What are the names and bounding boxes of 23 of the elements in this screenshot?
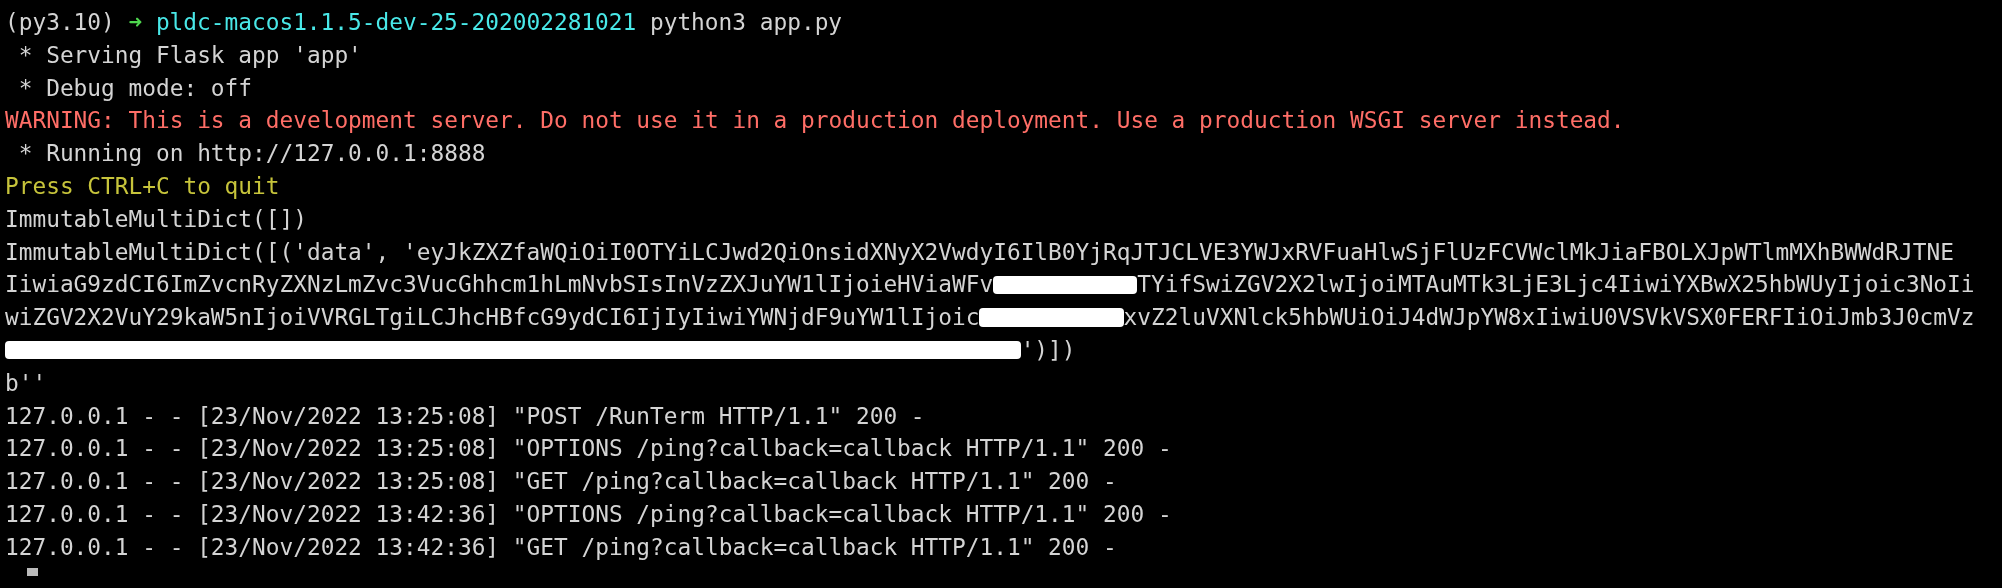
- terminal-cursor: [27, 567, 38, 576]
- output-text: ')]): [1020, 335, 1076, 365]
- output-text: 127.0.0.1 - - [23/Nov/2022 13:25:08] "POST /RunTerm HTTP/1.1" 200 -: [5, 401, 925, 431]
- output-text: Press CTRL+C to quit: [5, 172, 280, 201]
- command-text: python3 app.py: [649, 8, 843, 37]
- output-text: b'': [5, 368, 47, 398]
- output-text: 127.0.0.1 - - [23/Nov/2022 13:25:08] "OPTIONS /ping?callback=callback HTTP/1.1" 200 -: [5, 434, 1172, 464]
- output-text: * Debug mode: off: [17, 73, 253, 103]
- output-text: TYifSwiZGV2X2lwIjoiMTAuMTk3LjE3Ljc4IiwiYXBwX25hbWUyIjoic3NoIi: [1137, 270, 1975, 300]
- prompt-env: (py3.10): [5, 8, 115, 37]
- output-text: ImmutableMultiDict([('data', 'eyJkZXZfaWQiOiI0OTYiLCJwd2QiOnsidXNyX2VwdyI6IlB0YjRqJTJCLVE3YWJxRVFuaHlwSjFlUzFCVWclMkJiaFBOLXJpWTlmMXhBWWdRJTNE: [5, 237, 1954, 267]
- output-text: 127.0.0.1 - - [23/Nov/2022 13:42:36] "OPTIONS /ping?callback=callback HTTP/1.1" 200 -: [5, 499, 1172, 529]
- prompt-directory: pldc-macos1.1.5-dev-25-202002281021: [155, 8, 637, 37]
- output-text: xvZ2luVXNlck5hbWUiOiJ4dWJpYW8xIiwiU0VSVkVSX0FERFIiOiJmb3J0cmVz: [1123, 303, 1975, 333]
- output-text: ImmutableMultiDict([]): [5, 204, 307, 234]
- output-text: * Serving Flask app 'app': [17, 40, 362, 70]
- output-text: 127.0.0.1 - - [23/Nov/2022 13:42:36] "GET /ping?callback=callback HTTP/1.1" 200 -: [5, 532, 1117, 562]
- warning-text: WARNING: This is a development server. Do not use it in a production deployment. Use a production WSGI server instead.: [5, 106, 1625, 136]
- output-text: IiwiaG9zdCI6ImZvcnRyZXNzLmZvc3VucGhhcm1hLmNvbSIsInVzZXJuYW1lIjoieHViaWFv: [5, 270, 994, 300]
- prompt-arrow: ➜: [128, 8, 143, 37]
- output-text: 127.0.0.1 - - [23/Nov/2022 13:25:08] "GET /ping?callback=callback HTTP/1.1" 200 -: [5, 467, 1117, 497]
- output-text: wiZGV2X2VuY29kaW5nIjoiVVRGLTgiLCJhcHBfcG9ydCI6IjIyIiwiYWNjdF9uYW1lIjoic: [5, 303, 980, 333]
- output-text: * Running on http://127.0.0.1:8888: [17, 139, 486, 169]
